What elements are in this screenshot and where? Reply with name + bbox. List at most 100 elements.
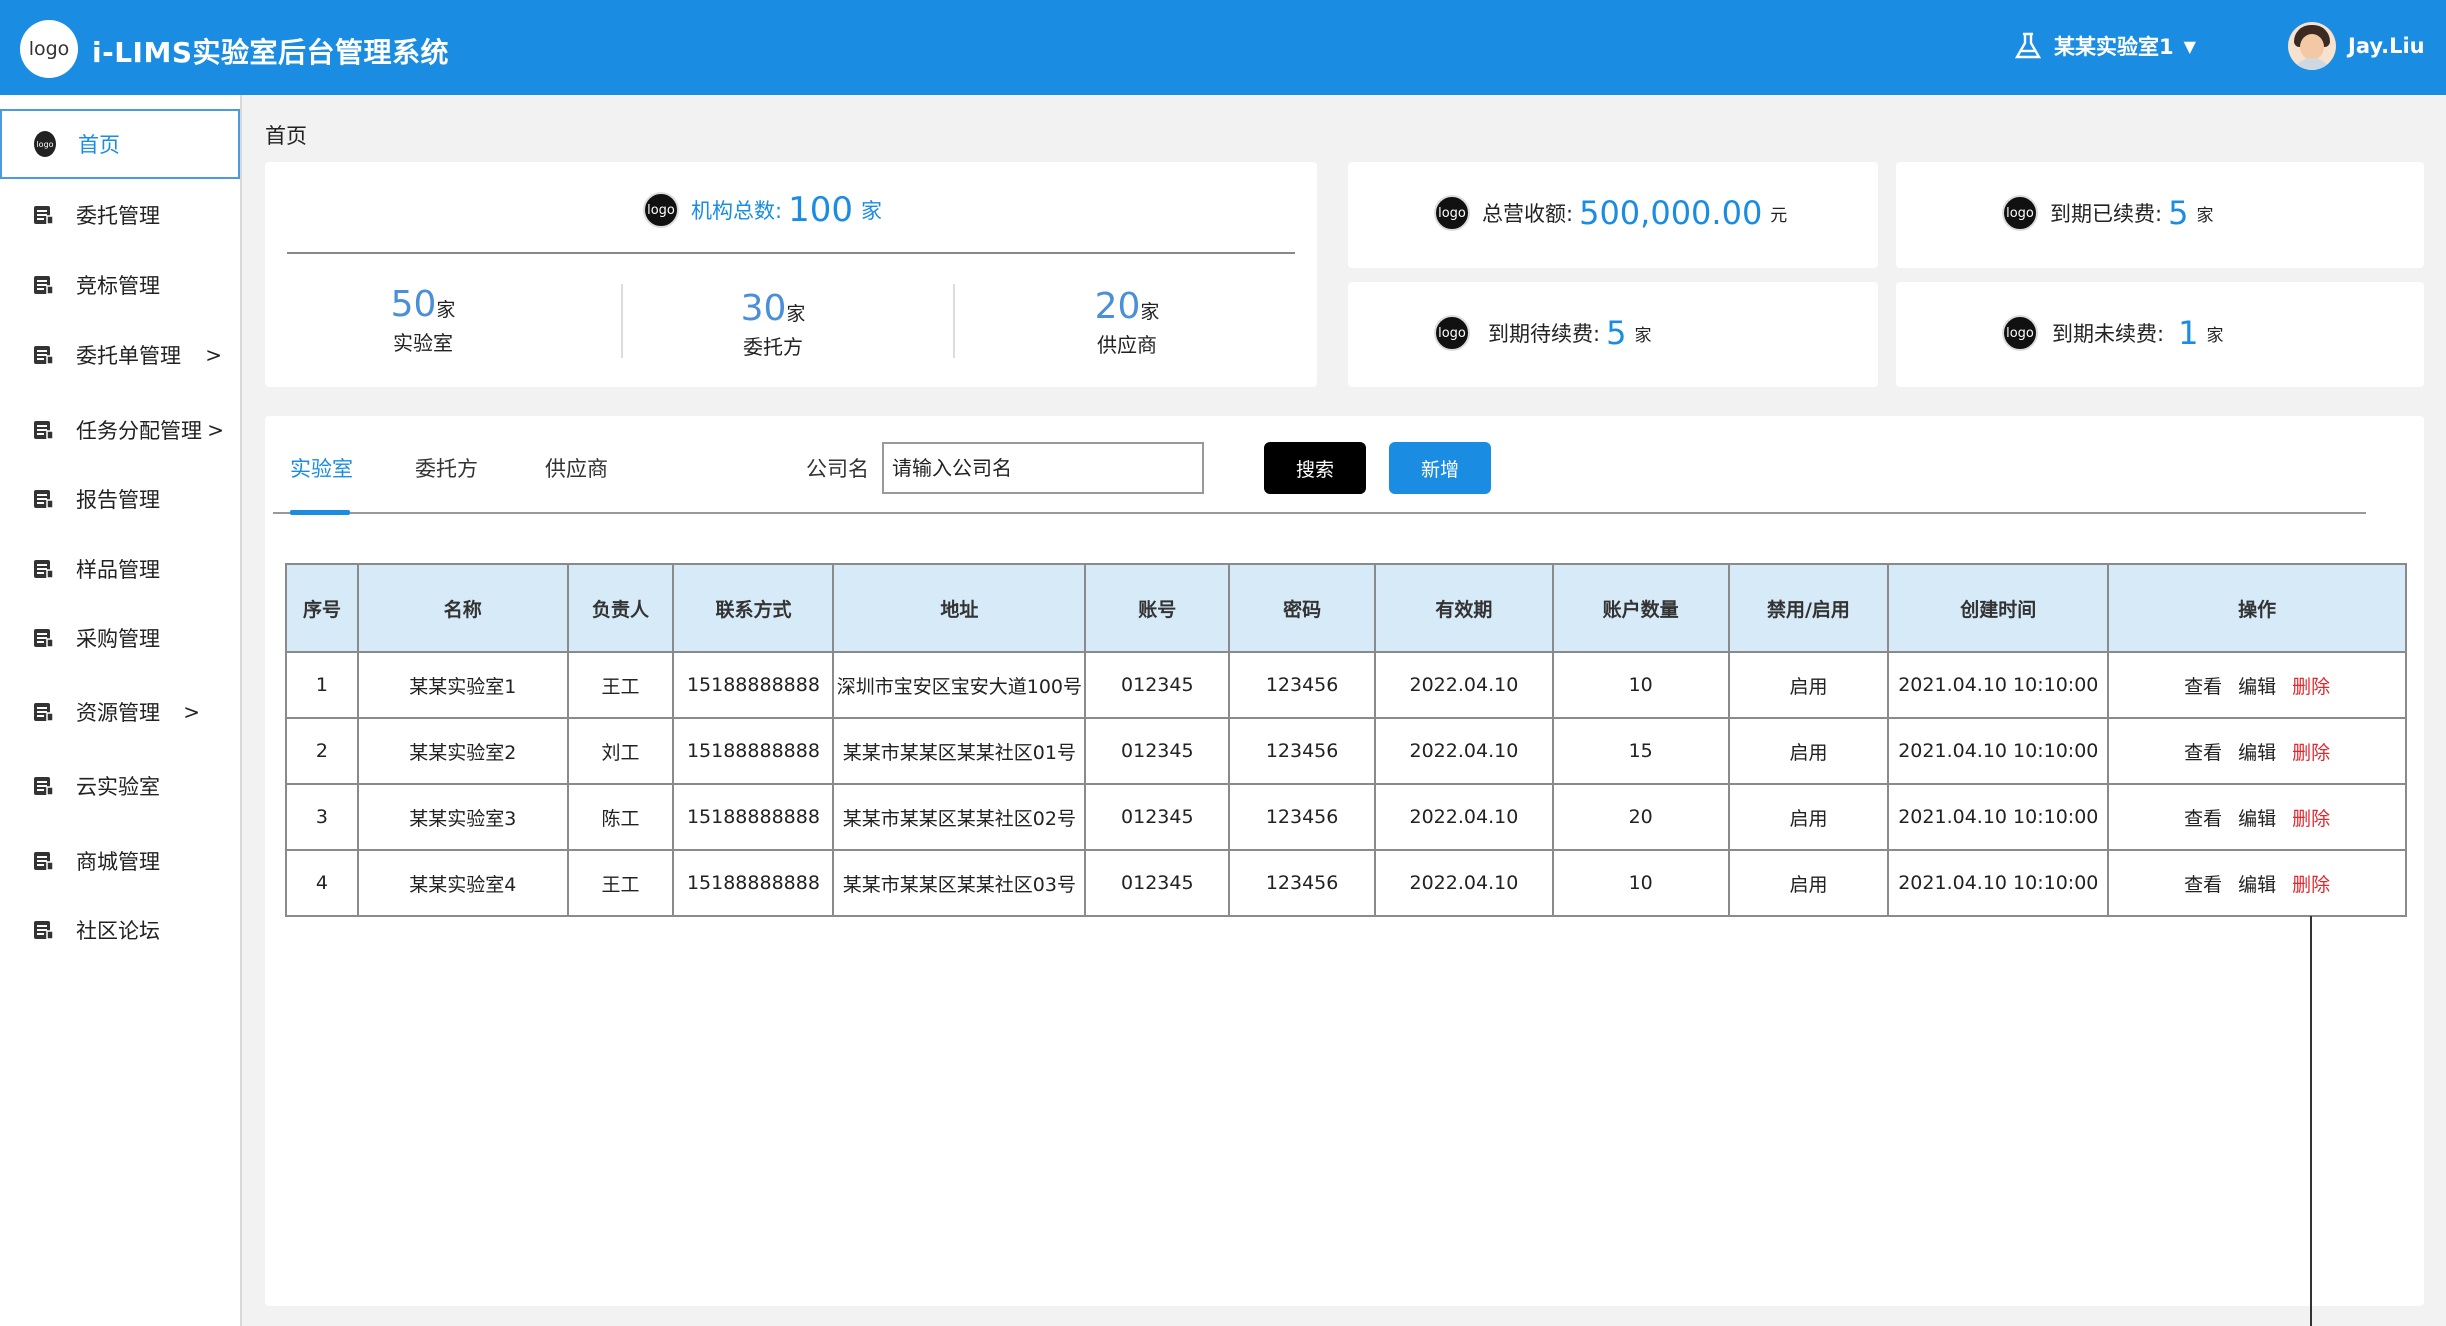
edit-link[interactable]: 编辑 <box>2238 676 2276 698</box>
lab-selector-label: 某某实验室1 <box>2054 35 2174 59</box>
sidebar-item-cloud-lab[interactable]: 云实验室 <box>0 756 240 816</box>
sidebar-item-label: 商城管理 <box>76 850 160 874</box>
column-header: 密码 <box>1228 563 1376 653</box>
table-cell: 4 <box>285 849 359 917</box>
column-header: 有效期 <box>1374 563 1554 653</box>
renewed: logo 到期已续费: 5 家 <box>2002 194 2213 232</box>
table-cell: 10 <box>1551 651 1730 719</box>
table-cell: 2021.04.10 10:10:00 <box>1887 717 2110 785</box>
sidebar-item-resources[interactable]: 资源管理 > <box>0 682 240 742</box>
lab-count-label: 实验室 <box>393 331 453 355</box>
sidebar-item-label: 竞标管理 <box>76 274 160 298</box>
view-link[interactable]: 查看 <box>2184 676 2222 698</box>
user-menu[interactable]: Jay.Liu <box>2288 22 2425 70</box>
tab-clients[interactable]: 委托方 <box>415 453 478 483</box>
breadcrumb: 首页 <box>265 124 307 148</box>
client-count: 30家 委托方 <box>673 288 873 360</box>
logo-icon: logo <box>2002 195 2038 231</box>
sidebar-item-commission[interactable]: 委托管理 <box>0 185 240 245</box>
view-link[interactable]: 查看 <box>2184 742 2222 764</box>
sidebar-item-orders[interactable]: 委托单管理 > <box>0 325 240 385</box>
edit-link[interactable]: 编辑 <box>2238 874 2276 896</box>
document-list-icon <box>32 488 54 510</box>
caret-down-icon: ▼ <box>2183 36 2196 56</box>
add-button[interactable]: 新增 <box>1389 442 1491 494</box>
sidebar-item-reports[interactable]: 报告管理 <box>0 469 240 529</box>
table-cell: 启用 <box>1727 651 1890 719</box>
sidebar-item-label: 样品管理 <box>76 558 160 582</box>
table-cell: 某某市某某区某某社区03号 <box>832 849 1087 917</box>
table-row: 3 某某实验室3 陈工 15188888888 某某市某某区某某社区02号 01… <box>285 783 2407 851</box>
search-button[interactable]: 搜索 <box>1264 442 1366 494</box>
sidebar-item-samples[interactable]: 样品管理 <box>0 539 240 599</box>
client-count-unit: 家 <box>786 303 806 325</box>
table-cell: 深圳市宝安区宝安大道100号 <box>832 651 1087 719</box>
table-cell: 123456 <box>1228 651 1376 719</box>
tab-suppliers[interactable]: 供应商 <box>545 453 608 483</box>
table-cell: 2 <box>285 717 359 785</box>
sidebar-item-purchasing[interactable]: 采购管理 <box>0 608 240 668</box>
table-cell: 15188888888 <box>672 651 835 719</box>
sidebar-item-forum[interactable]: 社区论坛 <box>0 900 240 960</box>
table-row: 1 某某实验室1 王工 15188888888 深圳市宝安区宝安大道100号 0… <box>285 651 2407 719</box>
table-row: 2 某某实验室2 刘工 15188888888 某某市某某区某某社区01号 01… <box>285 717 2407 785</box>
client-count-value: 30 <box>740 288 787 329</box>
table-row: 4 某某实验室4 王工 15188888888 某某市某某区某某社区03号 01… <box>285 849 2407 917</box>
table-cell: 2022.04.10 <box>1374 651 1554 719</box>
company-name-input[interactable] <box>882 442 1204 494</box>
sidebar-item-tasks[interactable]: 任务分配管理 > <box>0 400 240 460</box>
pending-card: logo 到期待续费: 5 家 <box>1348 282 1878 387</box>
sidebar-item-mall[interactable]: 商城管理 <box>0 831 240 891</box>
table-cell: 2021.04.10 10:10:00 <box>1887 849 2110 917</box>
divider <box>287 252 1295 254</box>
lab-count-unit: 家 <box>436 299 456 321</box>
logo-icon: logo <box>2002 315 2038 351</box>
document-list-icon <box>32 850 54 872</box>
divider <box>953 284 955 358</box>
not-renewed-label: 到期未续费: <box>2052 322 2165 346</box>
org-total-value: 100 <box>788 190 853 230</box>
document-list-icon <box>32 775 54 797</box>
edit-link[interactable]: 编辑 <box>2238 742 2276 764</box>
sidebar: logo 首页 委托管理 竞标管理 委托单管理 > 任务分配管理 > 报告管理 … <box>0 95 242 1326</box>
logo-icon: logo <box>1434 315 1470 351</box>
pending-value: 5 <box>1606 314 1627 352</box>
top-header: logo i-LIMS实验室后台管理系统 某某实验室1 ▼ Jay.Liu <box>0 0 2446 95</box>
table-cell: 启用 <box>1727 717 1890 785</box>
sidebar-item-label: 社区论坛 <box>76 919 160 943</box>
sidebar-item-bidding[interactable]: 竞标管理 <box>0 255 240 315</box>
row-actions: 查看 编辑 删除 <box>2107 651 2407 719</box>
table-cell: 2022.04.10 <box>1374 717 1554 785</box>
sidebar-item-home[interactable]: logo 首页 <box>0 109 240 179</box>
delete-link[interactable]: 删除 <box>2292 874 2330 896</box>
logo-icon: logo <box>643 192 679 228</box>
view-link[interactable]: 查看 <box>2184 808 2222 830</box>
delete-link[interactable]: 删除 <box>2292 676 2330 698</box>
column-header: 账户数量 <box>1551 563 1730 653</box>
org-total-label: 机构总数: <box>691 199 783 223</box>
view-link[interactable]: 查看 <box>2184 874 2222 896</box>
company-name-label: 公司名 <box>806 457 869 481</box>
document-list-icon <box>32 419 54 441</box>
table-cell: 某某实验室3 <box>356 783 569 851</box>
delete-link[interactable]: 删除 <box>2292 808 2330 830</box>
edit-link[interactable]: 编辑 <box>2238 808 2276 830</box>
tab-labs[interactable]: 实验室 <box>290 453 353 483</box>
renewed-label: 到期已续费: <box>2050 202 2163 226</box>
chevron-right-icon: > <box>183 700 200 724</box>
document-list-icon <box>32 558 54 580</box>
supplier-count-label: 供应商 <box>1097 333 1157 357</box>
table-cell: 1 <box>285 651 359 719</box>
lab-count: 50家 实验室 <box>323 284 523 356</box>
table-cell: 2021.04.10 10:10:00 <box>1887 783 2110 851</box>
client-count-label: 委托方 <box>743 335 803 359</box>
app-logo[interactable]: logo <box>20 20 78 78</box>
delete-link[interactable]: 删除 <box>2292 742 2330 764</box>
lab-selector[interactable]: 某某实验室1 ▼ <box>2012 30 2196 62</box>
column-header: 联系方式 <box>672 563 835 653</box>
renewed-value: 5 <box>2168 194 2189 232</box>
not-renewed-unit: 家 <box>2206 325 2224 346</box>
revenue-card: logo 总营收额: 500,000.00 元 <box>1348 162 1878 268</box>
sidebar-item-label: 首页 <box>78 133 120 157</box>
table-cell: 15188888888 <box>672 783 835 851</box>
